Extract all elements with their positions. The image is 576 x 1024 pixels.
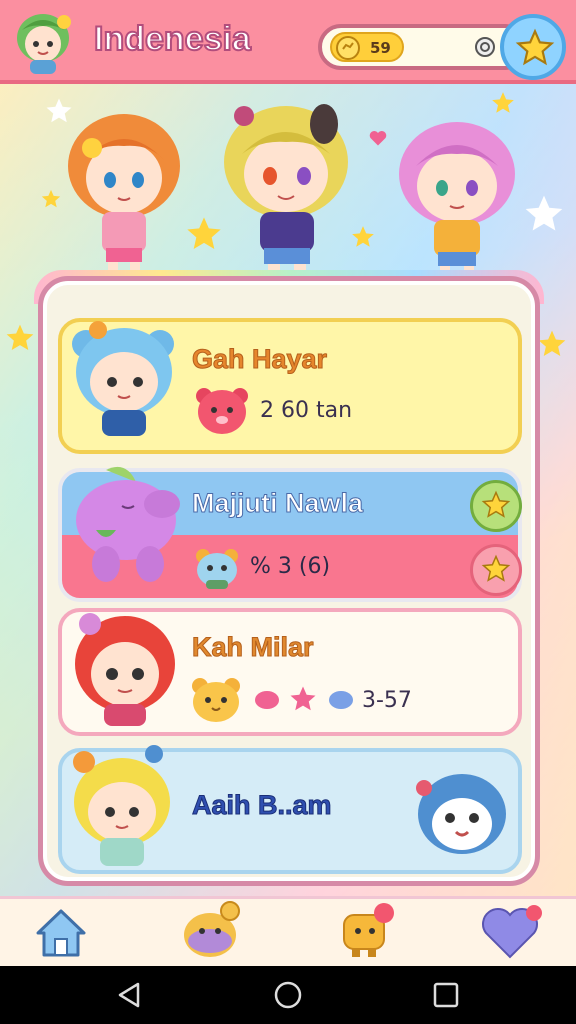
system-nav-bar bbox=[0, 966, 576, 1024]
top-bar: Indenesia 59 bbox=[0, 0, 576, 84]
bottom-nav bbox=[0, 896, 576, 966]
star-icon bbox=[538, 330, 566, 356]
yellow-bear-icon bbox=[192, 678, 240, 722]
list-item[interactable]: Gah Hayar 2 60 tan bbox=[58, 318, 522, 454]
blonde-boy-character-icon bbox=[73, 745, 170, 866]
star-icon bbox=[46, 98, 72, 123]
blue-candy-icon bbox=[329, 691, 353, 709]
pink-girl-character-icon bbox=[399, 122, 515, 280]
card-stat: % 3 (6) bbox=[250, 554, 331, 579]
heart-icon bbox=[482, 905, 542, 959]
star-icon bbox=[481, 554, 511, 582]
coin-counter[interactable]: 59 bbox=[330, 32, 404, 62]
star-icon bbox=[525, 195, 563, 231]
star-icon bbox=[41, 189, 61, 208]
card-name: Aaih B..am bbox=[192, 790, 333, 821]
blue-pet-icon bbox=[196, 549, 238, 589]
heart-icon bbox=[369, 130, 387, 146]
pink-bear-icon bbox=[196, 388, 248, 434]
card-name: Gah Hayar bbox=[191, 344, 328, 375]
coin-value: 59 bbox=[370, 39, 391, 57]
list-item[interactable]: Majjuti Nawla % 3 (6) bbox=[58, 466, 522, 602]
mascot-avatar-icon[interactable] bbox=[10, 8, 76, 76]
pet-icon bbox=[184, 901, 240, 957]
hero-banner bbox=[0, 84, 576, 284]
pink-candy-icon bbox=[255, 691, 279, 709]
nav-favorites[interactable] bbox=[468, 899, 568, 969]
app-title: Indenesia bbox=[93, 19, 252, 59]
card-stat: 3-57 bbox=[362, 688, 412, 713]
card-name: Kah Milar bbox=[192, 632, 315, 663]
blue-bird-character-icon bbox=[416, 774, 506, 854]
star-icon bbox=[187, 217, 221, 249]
coin-bar: 59 bbox=[318, 24, 528, 70]
friend-icon bbox=[343, 903, 394, 957]
star-icon bbox=[492, 92, 514, 113]
blonde-girl-character-icon bbox=[224, 104, 348, 278]
star-icon bbox=[6, 324, 34, 350]
home-circle-icon[interactable] bbox=[268, 980, 308, 1010]
favorite-star-button[interactable] bbox=[470, 544, 522, 596]
list-item[interactable]: Kah Milar 3-57 bbox=[58, 608, 522, 736]
card-stat: 2 60 tan bbox=[260, 398, 353, 423]
star-button[interactable] bbox=[500, 14, 566, 80]
recent-square-icon[interactable] bbox=[426, 980, 466, 1010]
blue-bear-character-icon bbox=[72, 321, 174, 436]
favorite-star-button[interactable] bbox=[470, 480, 522, 532]
star-icon bbox=[352, 226, 374, 247]
star-icon bbox=[290, 686, 316, 711]
red-hair-girl-character-icon bbox=[75, 613, 175, 726]
back-icon[interactable] bbox=[110, 980, 150, 1010]
gem-icon bbox=[475, 37, 495, 57]
nav-friends[interactable] bbox=[318, 899, 418, 969]
star-icon bbox=[515, 28, 555, 66]
list-item[interactable]: Aaih B..am bbox=[58, 745, 522, 874]
card-name: Majjuti Nawla bbox=[191, 488, 364, 519]
purple-dino-character-icon bbox=[76, 466, 180, 582]
home-icon bbox=[36, 909, 86, 957]
nav-home[interactable] bbox=[10, 899, 110, 969]
nav-pets[interactable] bbox=[160, 899, 260, 969]
star-icon bbox=[481, 490, 511, 518]
orange-girl-character-icon bbox=[68, 114, 180, 276]
coin-icon bbox=[336, 36, 360, 60]
